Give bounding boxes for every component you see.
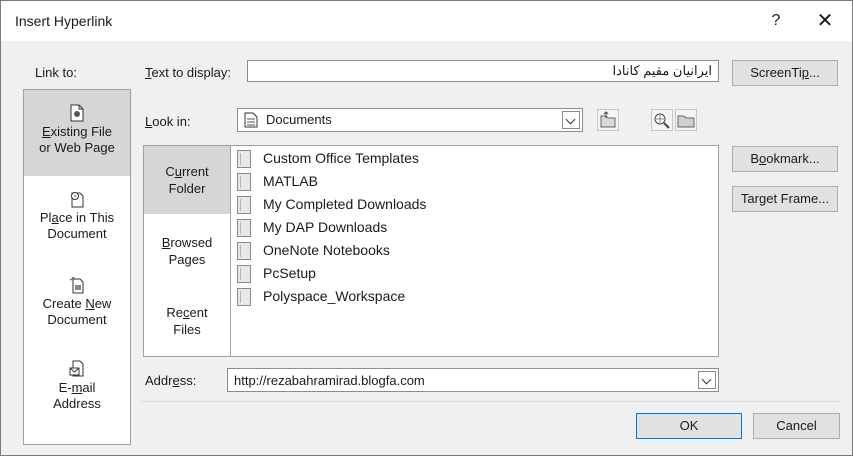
link-email-address[interactable]: E-mail Address [24,360,130,420]
look-in-label: Look in: [145,114,191,129]
link-existing-file[interactable]: Existing File or Web Page [24,90,130,176]
existing-file-icon [70,104,84,122]
folder-icon [237,288,251,306]
cancel-button[interactable]: Cancel [753,413,840,439]
folder-icon [237,150,251,168]
tab-recent-files[interactable]: Recent Files [144,304,230,344]
look-in-combo[interactable]: Documents [237,108,583,132]
link-create-new-document[interactable]: Create New Document [24,276,130,336]
title-bar: Insert Hyperlink ? ✕ [1,1,852,41]
folder-icon [237,173,251,191]
file-list: Custom Office Templates MATLAB My Comple… [230,145,719,357]
text-to-display-label: Text to display: [145,65,231,80]
dialog-title: Insert Hyperlink [15,13,113,29]
target-frame-button[interactable]: Target Frame... [732,186,838,212]
divider [141,401,841,402]
browse-file-icon [677,115,695,128]
browse-tabs: Current Folder Browsed Pages Recent File… [143,145,230,357]
chevron-down-icon[interactable] [698,371,716,389]
browse-web-icon [654,113,670,129]
ok-button[interactable]: OK [636,413,742,439]
documents-folder-icon [244,112,258,128]
browse-web-button[interactable] [651,109,673,131]
file-list-item[interactable]: Custom Office Templates [237,148,707,171]
file-list-item[interactable]: OneNote Notebooks [237,240,707,263]
folder-icon [237,196,251,214]
address-combo[interactable]: http://rezabahramirad.blogfa.com [227,368,719,392]
chevron-down-icon[interactable] [562,111,580,129]
folder-icon [237,219,251,237]
place-in-document-icon [71,192,84,208]
folder-icon [237,265,251,283]
address-label: Address: [145,373,197,388]
tab-current-folder[interactable]: Current Folder [144,146,230,214]
help-button[interactable]: ? [761,9,791,33]
insert-hyperlink-dialog: Insert Hyperlink ? ✕ Link to: Existing F… [0,0,853,456]
screentip-button[interactable]: ScreenTip... [732,60,838,86]
email-icon [69,360,84,377]
file-list-item[interactable]: Polyspace_Workspace [237,286,707,309]
up-folder-button[interactable] [597,109,619,131]
file-list-item[interactable]: My Completed Downloads [237,194,707,217]
file-list-item[interactable]: MATLAB [237,171,707,194]
look-in-value: Documents [266,112,332,127]
link-place-in-document[interactable]: Place in This Document [24,190,130,250]
text-to-display-input[interactable]: ایرانیان مقیم کانادا [247,60,719,82]
create-new-document-icon [69,276,84,294]
tab-browsed-pages[interactable]: Browsed Pages [144,234,230,274]
up-folder-icon [600,111,616,128]
file-list-item[interactable]: My DAP Downloads [237,217,707,240]
link-to-bar: Existing File or Web Page Place in This … [23,89,131,445]
bookmark-button[interactable]: Bookmark... [732,146,838,172]
file-list-item[interactable]: PcSetup [237,263,707,286]
close-button[interactable]: ✕ [807,7,843,35]
address-input[interactable]: http://rezabahramirad.blogfa.com [234,373,425,388]
browse-file-button[interactable] [675,109,697,131]
link-to-label: Link to: [35,65,77,80]
close-icon: ✕ [816,10,834,32]
folder-icon [237,242,251,260]
